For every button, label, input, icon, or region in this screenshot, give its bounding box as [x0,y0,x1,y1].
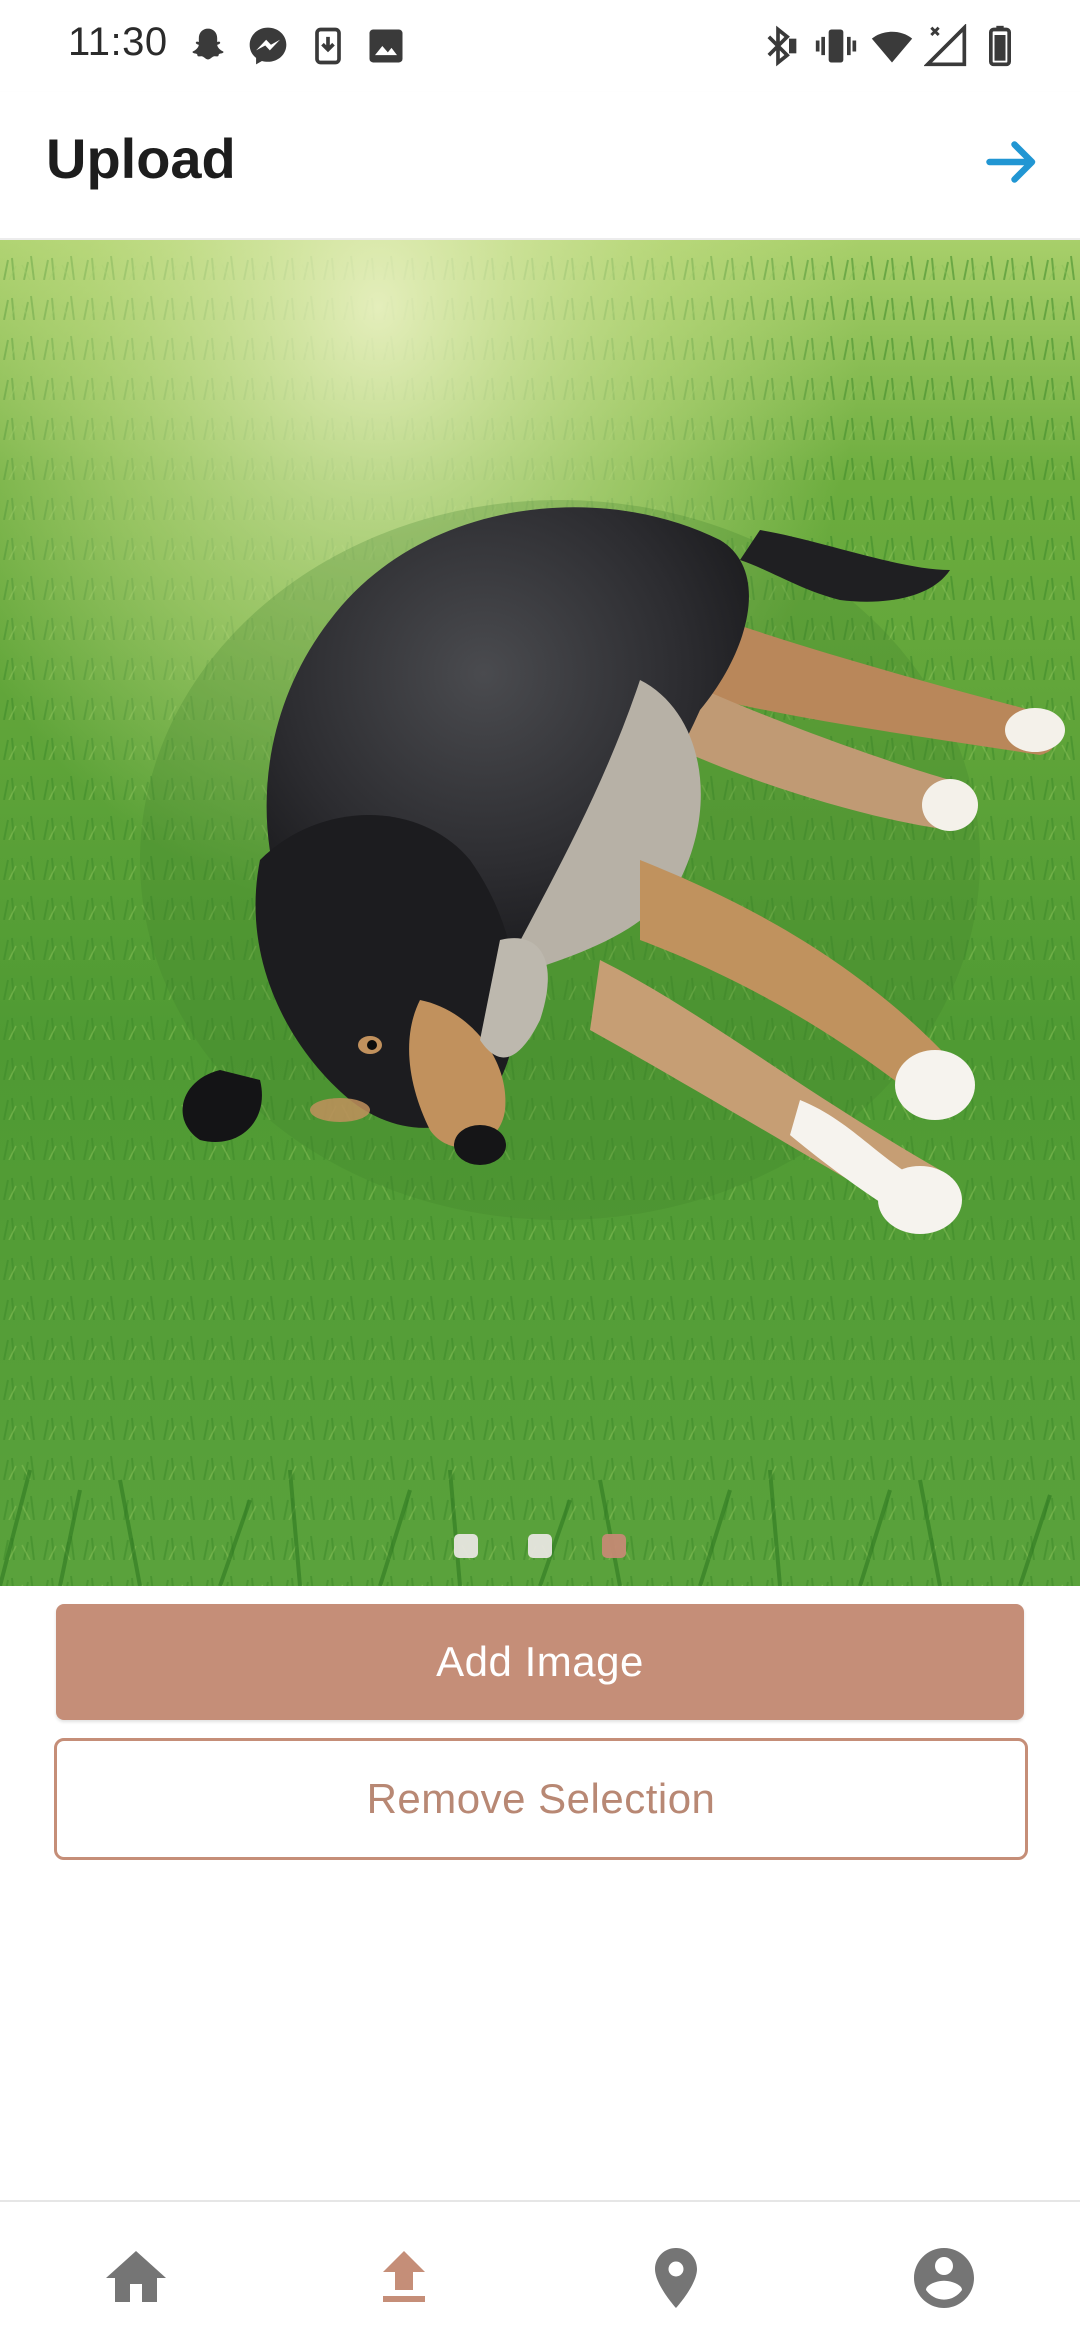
nav-location[interactable] [640,2242,712,2314]
app-bar: Upload [0,92,1080,240]
pager-dot-1[interactable] [454,1534,478,1558]
location-pin-icon [655,2248,697,2308]
image-carousel[interactable] [0,240,1080,1586]
wifi-icon [870,24,914,68]
bottom-navigation [0,2200,1080,2340]
page-title: Upload [46,127,236,190]
nav-upload[interactable] [368,2242,440,2314]
status-bar: 11:30 [0,0,1080,92]
snapchat-icon [186,24,230,68]
bluetooth-icon [756,24,800,68]
nav-home[interactable] [100,2242,172,2314]
arrow-right-icon [986,141,1036,183]
dog-photo [0,240,1080,1586]
home-icon [106,2251,166,2302]
vibrate-icon [814,24,858,68]
remove-selection-button[interactable]: Remove Selection [54,1738,1028,1860]
status-time: 11:30 [68,20,168,64]
download-notification-icon [306,24,350,68]
signal-icon [924,24,968,68]
nav-account[interactable] [908,2242,980,2314]
pager-dot-3-active[interactable] [602,1534,626,1558]
carousel-pager [0,1534,1080,1558]
upload-screen: 11:30 Upload Add Image Remove Selection [0,0,1080,2340]
messenger-icon [246,24,290,68]
add-image-button[interactable]: Add Image [56,1604,1024,1720]
pager-dot-2[interactable] [528,1534,552,1558]
upload-icon [383,2251,425,2302]
account-icon [914,2248,974,2308]
battery-icon [978,24,1022,68]
next-button[interactable] [972,122,1052,202]
image-notification-icon [364,24,408,68]
